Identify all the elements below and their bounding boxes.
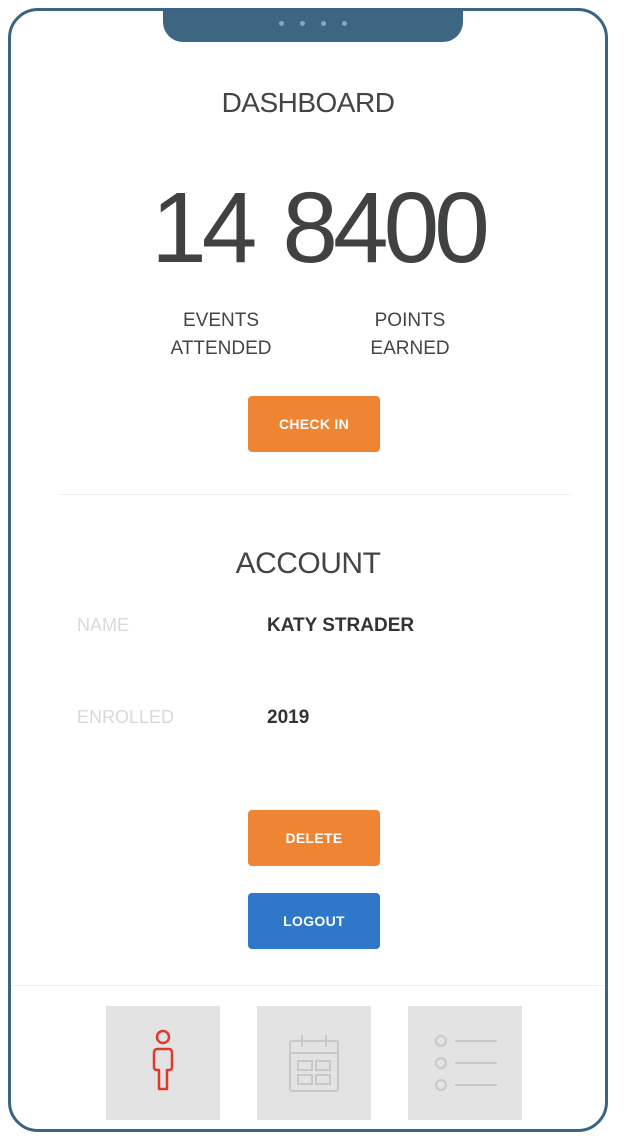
points-label-line2: EARNED bbox=[370, 338, 450, 359]
phone-frame: DASHBOARD 14 8400 EVENTS ATTENDED POINTS … bbox=[8, 8, 608, 1132]
name-label: NAME bbox=[77, 615, 130, 635]
events-attended-value: 14 bbox=[151, 172, 257, 284]
logout-button[interactable]: LOGOUT bbox=[248, 893, 380, 949]
check-in-button[interactable]: CHECK IN bbox=[248, 396, 380, 452]
notch-dot bbox=[342, 21, 347, 26]
points-earned-label: POINTS EARNED bbox=[330, 307, 490, 363]
events-attended-label: EVENTS ATTENDED bbox=[141, 307, 301, 363]
tabbar-divider bbox=[11, 985, 605, 986]
name-value: KATY STRADER bbox=[267, 615, 415, 636]
delete-button[interactable]: DELETE bbox=[248, 810, 380, 866]
notch-dot bbox=[321, 21, 326, 26]
events-label-line1: EVENTS bbox=[182, 310, 260, 331]
calendar-icon bbox=[289, 1035, 339, 1092]
enrolled-value: 2019 bbox=[267, 707, 310, 728]
section-divider bbox=[59, 494, 571, 495]
notch-dots bbox=[163, 21, 463, 26]
enrolled-label: ENROLLED bbox=[77, 707, 175, 727]
dashboard-title: DASHBOARD bbox=[221, 87, 395, 118]
tab-profile[interactable] bbox=[106, 1006, 220, 1120]
notch-dot bbox=[300, 21, 305, 26]
tab-list[interactable] bbox=[408, 1006, 522, 1120]
list-icon bbox=[435, 1035, 497, 1091]
points-earned-value: 8400 bbox=[282, 172, 489, 284]
account-title: ACCOUNT bbox=[235, 547, 381, 580]
bottom-tab-bar bbox=[106, 1006, 526, 1120]
notch-dot bbox=[279, 21, 284, 26]
events-label-line2: ATTENDED bbox=[170, 338, 272, 359]
tab-calendar[interactable] bbox=[257, 1006, 371, 1120]
device-notch bbox=[163, 11, 463, 42]
points-label-line1: POINTS bbox=[374, 310, 446, 331]
stats-values: 14 8400 bbox=[11, 171, 605, 286]
person-icon bbox=[152, 1029, 174, 1091]
